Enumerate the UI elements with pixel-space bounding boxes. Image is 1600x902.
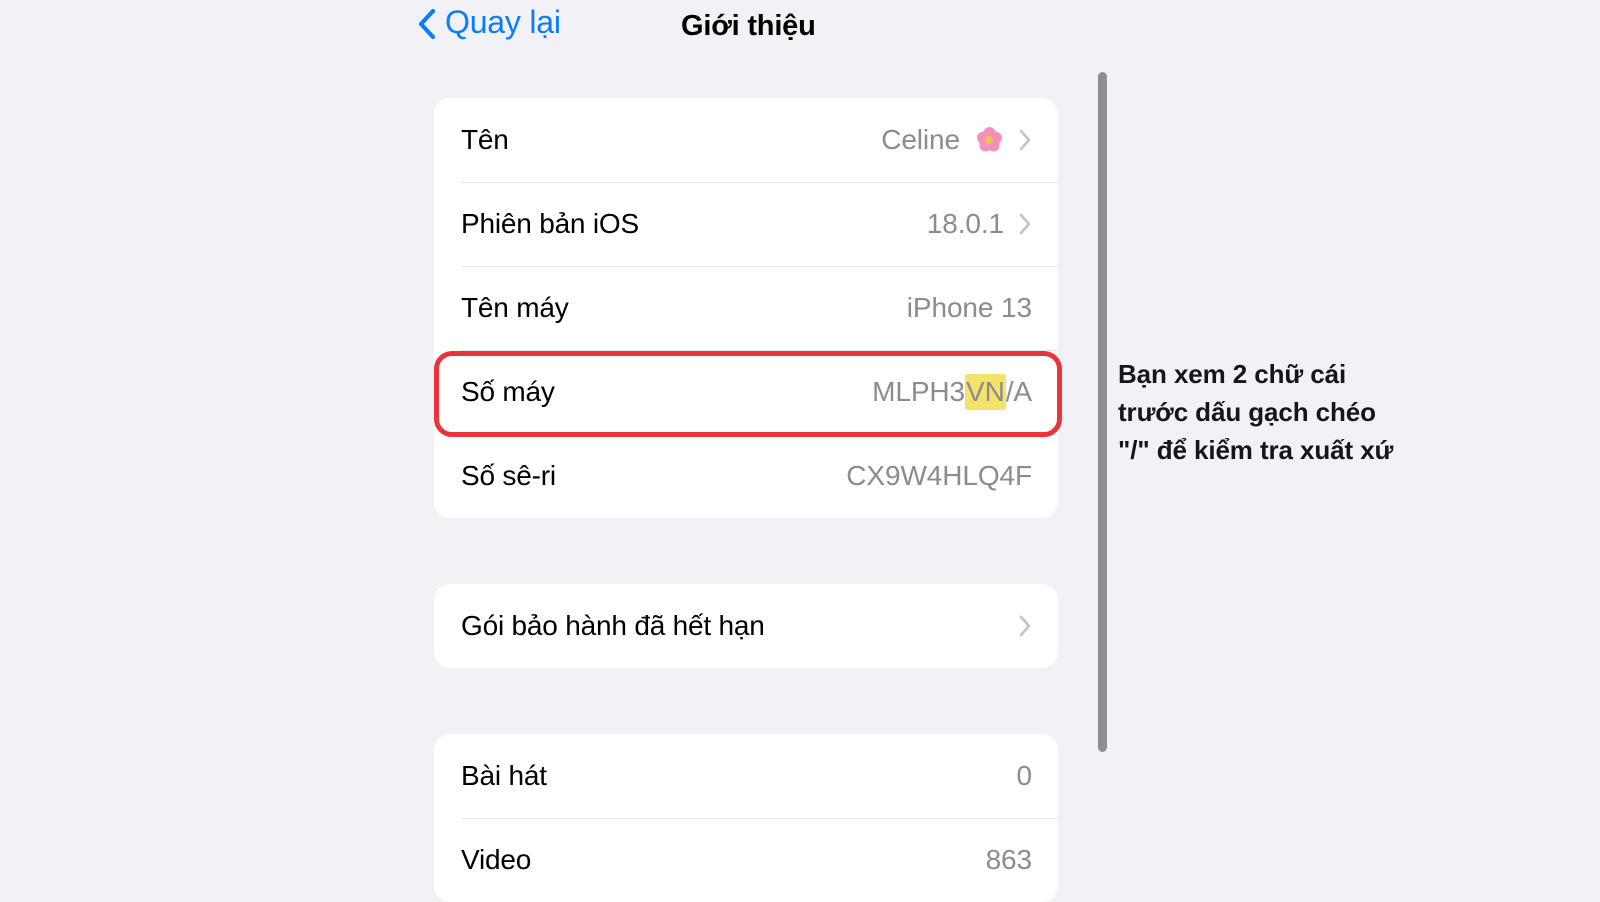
row-value: MLPH3VN/A (872, 374, 1032, 410)
row-label: Gói bảo hành đã hết hạn (461, 610, 765, 641)
instruction-annotation: Bạn xem 2 chữ cái trước dấu gạch chéo "/… (1118, 356, 1518, 470)
row-label: Phiên bản iOS (461, 208, 639, 239)
row-label: Số sê-ri (461, 460, 556, 491)
row-serial-number: Số sê-ri CX9W4HLQ4F (434, 434, 1058, 518)
row-value: iPhone 13 (906, 292, 1032, 323)
annotation-line-3: "/" để kiểm tra xuất xứ (1118, 434, 1394, 465)
media-counts-card: Bài hát 0 Video 863 (434, 734, 1058, 902)
row-value-group: 18.0.1 (927, 208, 1032, 240)
row-label: Video (461, 844, 532, 875)
chevron-right-icon (1018, 128, 1032, 152)
chevron-left-icon (416, 8, 436, 40)
row-value: 18.0.1 (926, 208, 1004, 239)
row-label: Số máy (461, 376, 555, 407)
row-value: CX9W4HLQ4F (846, 460, 1032, 491)
chevron-right-icon (1018, 212, 1032, 236)
page-title: Giới thiệu (681, 10, 816, 42)
row-model-number: Số máy MLPH3VN/A (434, 350, 1058, 434)
annotation-line-2: trước dấu gạch chéo (1118, 396, 1376, 427)
vertical-scrollbar[interactable] (1098, 72, 1107, 752)
row-value-group: Celine (881, 124, 1032, 156)
row-value-group: MLPH3VN/A (872, 374, 1032, 410)
row-value: 863 (985, 844, 1033, 875)
model-number-prefix: MLPH3 (872, 376, 966, 407)
row-name[interactable]: Tên Celine (434, 98, 1058, 182)
warranty-card: Gói bảo hành đã hết hạn (434, 584, 1058, 668)
device-info-card: Tên Celine Phiên bản iOS 18.0.1 Tên máy … (434, 98, 1058, 518)
row-label: Tên máy (461, 292, 569, 323)
row-value: 0 (1016, 760, 1033, 791)
row-ios-version[interactable]: Phiên bản iOS 18.0.1 (434, 182, 1058, 266)
row-value-group (1018, 614, 1032, 638)
row-value-group: iPhone 13 (907, 292, 1032, 324)
back-button[interactable]: Quay lại (416, 6, 561, 41)
row-videos: Video 863 (434, 818, 1058, 902)
scrollbar-thumb[interactable] (1098, 72, 1107, 752)
back-button-label: Quay lại (445, 4, 561, 40)
navigation-bar: Quay lại Giới thiệu (0, 0, 1090, 62)
phone-screen: Quay lại Giới thiệu Tên Celine Phiên bản… (0, 0, 1107, 902)
row-value-group: CX9W4HLQ4F (846, 460, 1032, 492)
row-value: Celine (881, 124, 960, 155)
row-songs: Bài hát 0 (434, 734, 1058, 818)
model-number-region-highlight: VN (965, 374, 1006, 410)
cherry-blossom-emoji (974, 125, 1004, 155)
annotation-line-1: Bạn xem 2 chữ cái (1118, 359, 1347, 389)
row-value-group: 863 (985, 844, 1033, 876)
row-label: Bài hát (461, 760, 547, 791)
model-number-suffix: /A (1005, 376, 1032, 407)
row-value-group: 0 (1016, 760, 1033, 792)
row-device-name: Tên máy iPhone 13 (434, 266, 1058, 350)
row-label: Tên (461, 124, 509, 155)
row-warranty[interactable]: Gói bảo hành đã hết hạn (434, 584, 1058, 668)
chevron-right-icon (1018, 614, 1032, 638)
